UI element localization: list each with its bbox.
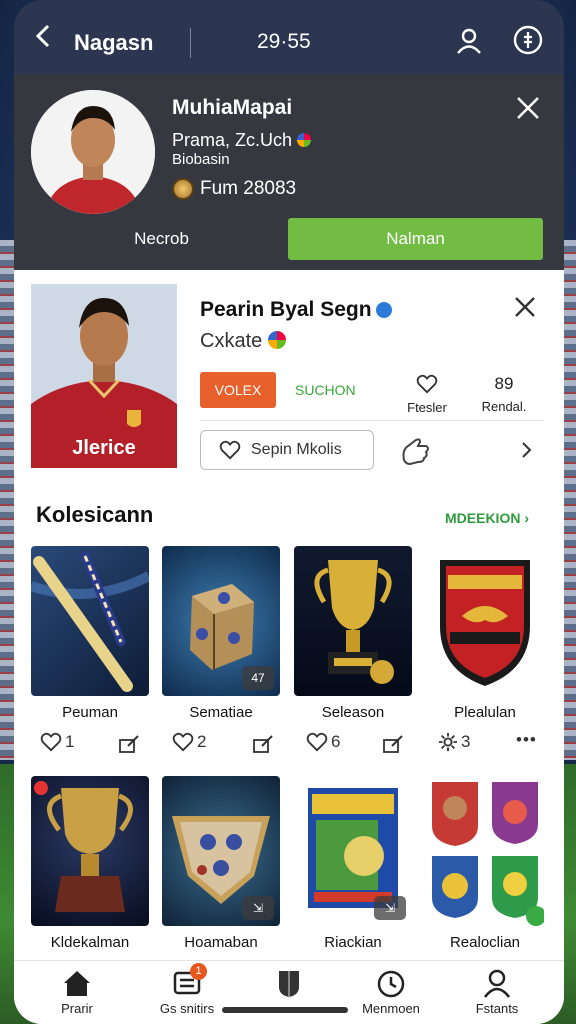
- top-bar: Nagasn 29·55: [14, 0, 564, 74]
- collection-item[interactable]: Realoclian: [426, 776, 544, 951]
- jersey-text: Jlerice: [72, 437, 135, 459]
- item-label: Sematiae: [189, 704, 253, 721]
- nav-shield[interactable]: [234, 967, 344, 1001]
- heart-icon: [40, 732, 62, 752]
- heart-icon: [172, 732, 194, 752]
- player-photo: Jlerice: [31, 284, 177, 468]
- secondary-button[interactable]: Necrob: [34, 219, 289, 259]
- nav-timer[interactable]: Menmoen: [336, 967, 446, 1016]
- heart-icon: [306, 732, 328, 752]
- player-card: Jlerice Pearin Byal Segn Cxkate VOLEX SU…: [14, 270, 564, 1024]
- item-thumbnail: [426, 546, 544, 696]
- item-label: Kldekalman: [50, 934, 130, 951]
- collection-item[interactable]: Kldekalman: [31, 776, 149, 951]
- edit-icon[interactable]: [382, 734, 404, 754]
- edit-icon[interactable]: [118, 734, 140, 754]
- home-icon: [64, 971, 90, 996]
- collection-item[interactable]: Seleason: [294, 546, 412, 721]
- gear-count[interactable]: 3: [438, 732, 470, 752]
- item-badge: 47: [242, 666, 274, 690]
- collection-item[interactable]: 47 Sematiae: [162, 546, 280, 721]
- home-indicator[interactable]: [222, 1007, 348, 1013]
- see-more-link[interactable]: MDEEKION ›: [445, 510, 529, 526]
- coin-balance: Fum 28083: [172, 178, 296, 200]
- primary-button[interactable]: Nalman: [288, 218, 543, 260]
- item-thumbnail: [31, 546, 149, 696]
- like-count[interactable]: 2: [172, 732, 206, 752]
- collection-item[interactable]: ⇲ Hoamaban: [162, 776, 280, 951]
- item-label: Plealulan: [454, 704, 516, 721]
- item-thumbnail: 47: [162, 546, 280, 696]
- profile-popup: MuhiaMapai Prama, Zc.Uch Biobasin Fum 28…: [14, 74, 564, 270]
- section-title: Kolesicann: [36, 502, 154, 527]
- chevron-right-icon[interactable]: [516, 440, 536, 460]
- profile-name: MuhiaMapai: [172, 96, 293, 119]
- profile-icon: [484, 969, 510, 998]
- like-count[interactable]: 6: [306, 732, 340, 752]
- notification-badge: 1: [190, 963, 207, 980]
- coin-icon: [172, 178, 194, 200]
- item-thumbnail: [426, 776, 544, 926]
- item-thumbnail: ⇲: [162, 776, 280, 926]
- back-arrow-icon[interactable]: [30, 22, 58, 50]
- timer-icon: [377, 970, 405, 998]
- nav-home[interactable]: Prarir: [22, 967, 132, 1016]
- collection-item[interactable]: Peuman: [31, 546, 149, 721]
- divider: [200, 420, 544, 421]
- item-thumbnail: [294, 546, 412, 696]
- item-label: Hoamaban: [184, 934, 258, 951]
- profile-line1: Prama, Zc.Uch: [172, 130, 312, 151]
- heart-icon: [219, 440, 241, 460]
- ball-icon: [297, 133, 312, 147]
- more-menu-icon[interactable]: •••: [516, 730, 537, 750]
- user-icon[interactable]: [454, 26, 484, 56]
- clock: 29·55: [257, 30, 311, 53]
- like-count[interactable]: 1: [40, 732, 74, 752]
- item-badge: ⇲: [374, 896, 406, 920]
- verified-icon: [375, 302, 392, 318]
- shield-icon: [279, 971, 299, 997]
- gear-icon: [438, 732, 458, 752]
- item-label: Seleason: [321, 704, 385, 721]
- avatar: [31, 90, 155, 214]
- tag-button[interactable]: VOLEX: [200, 372, 276, 408]
- collection-item[interactable]: Plealulan: [426, 546, 544, 721]
- ball-icon: [267, 331, 286, 349]
- stat-rendal: 89 Rendal.: [481, 374, 527, 414]
- player-subtitle: Cxkate: [200, 330, 286, 353]
- nav-profile[interactable]: Fstants: [442, 967, 552, 1016]
- close-icon[interactable]: [512, 294, 538, 320]
- like-icon: [416, 374, 438, 394]
- item-label: Peuman: [62, 704, 118, 721]
- profile-line2: Biobasin: [172, 151, 230, 168]
- bottom-nav: Prarir Gs snitirs 1 Menmoen Fstants: [14, 960, 564, 1024]
- item-thumbnail: ⇲: [294, 776, 412, 926]
- divider: [190, 28, 191, 58]
- item-thumbnail: [31, 776, 149, 926]
- close-icon[interactable]: [514, 94, 542, 122]
- follow-button[interactable]: Sepin Mkolis: [200, 430, 374, 470]
- edit-icon[interactable]: [252, 734, 274, 754]
- item-label: Riackian: [324, 934, 382, 951]
- compass-icon[interactable]: [512, 24, 544, 56]
- collection-item[interactable]: ⇲ Riackian: [294, 776, 412, 951]
- hand-icon[interactable]: [398, 434, 432, 468]
- tag-link[interactable]: SUCHON: [295, 382, 356, 398]
- app-screen: Nagasn 29·55 MuhiaMapai Prama, Zc.Uch Bi…: [14, 0, 564, 1024]
- page-title: Nagasn: [74, 30, 154, 55]
- item-badge: ⇲: [242, 896, 274, 920]
- player-name: Pearin Byal Segn: [200, 298, 392, 322]
- item-label: Realoclian: [449, 934, 521, 951]
- stat-ftesler[interactable]: Ftesler: [397, 374, 457, 415]
